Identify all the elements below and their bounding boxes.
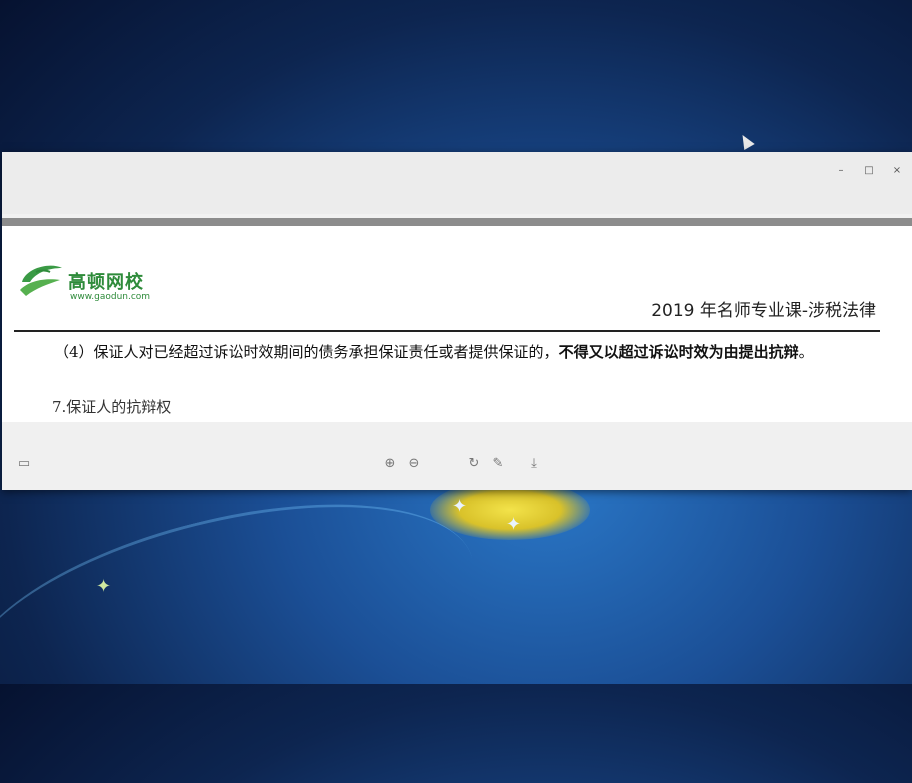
document-page: 高顿网校 www.gaodun.com 2019 年名师专业课-涉税法律 （4）… (2, 226, 912, 422)
wallpaper-sparkle: ✦ (96, 576, 112, 597)
zoom-out-icon[interactable]: ⊖ (406, 456, 422, 472)
header-rule (14, 330, 880, 332)
wallpaper-sparkle: ✦ (506, 514, 522, 535)
maximize-button[interactable]: □ (858, 164, 880, 178)
gaodun-logo: 高顿网校 www.gaodun.com (16, 260, 176, 308)
paragraph-emphasis: 不得又以超过诉讼时效为由提出抗辩 (558, 343, 799, 361)
minimize-button[interactable]: – (830, 164, 852, 178)
wallpaper-sparkle: ✦ (452, 496, 468, 517)
window-titlebar[interactable]: – □ × (2, 152, 912, 214)
body-paragraph: （4）保证人对已经超过诉讼时效期间的债务承担保证责任或者提供保证的，不得又以超过… (14, 340, 884, 365)
paragraph-end: 。 (798, 343, 814, 361)
rotate-icon[interactable]: ↻ (466, 456, 482, 472)
mouse-cursor-icon (737, 131, 755, 151)
download-icon[interactable]: ⤓ (526, 456, 542, 472)
close-button[interactable]: × (886, 164, 908, 178)
desktop-wallpaper-swirl (0, 460, 497, 783)
window-controls: – □ × (830, 164, 908, 178)
logo-url: www.gaodun.com (70, 292, 151, 302)
zoom-in-icon[interactable]: ⊕ (382, 456, 398, 472)
viewer-divider-strip (2, 218, 912, 226)
logo-name: 高顿网校 (68, 272, 144, 293)
viewer-toolbar: ▭ ⊕ ⊖ ↻ ✎ ⤓ (2, 422, 912, 490)
logo-mark-icon (20, 265, 62, 296)
edit-icon[interactable]: ✎ (490, 456, 506, 472)
paragraph-text: （4）保证人对已经超过诉讼时效期间的债务承担保证责任或者提供保证的， (54, 343, 559, 361)
document-viewer-window: – □ × 高顿网校 www.gaodun.com 2019 年名师专业课-涉税… (2, 152, 912, 490)
course-title: 2019 年名师专业课-涉税法律 (651, 301, 876, 321)
layout-icon[interactable]: ▭ (16, 456, 32, 472)
next-section-heading: 7.保证人的抗辩权 (52, 398, 172, 416)
